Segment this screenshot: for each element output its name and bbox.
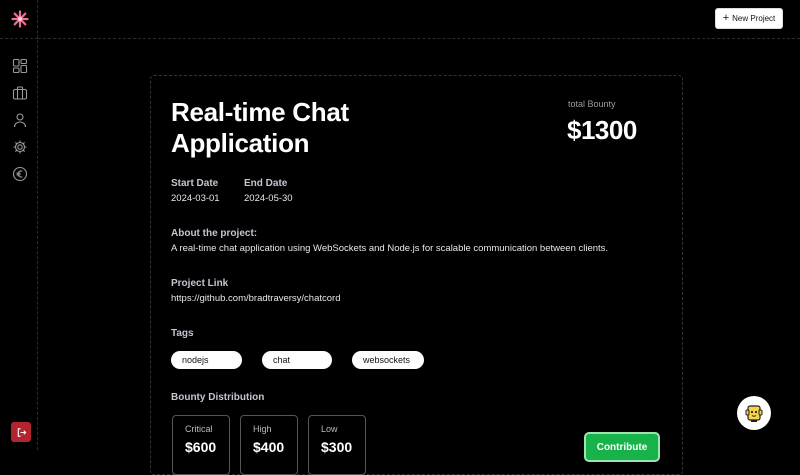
logout-button[interactable] bbox=[11, 422, 31, 442]
tag-pill[interactable]: websockets bbox=[352, 351, 424, 369]
project-link-label: Project Link bbox=[171, 278, 229, 289]
project-link[interactable]: https://github.com/bradtraversy/chatcord bbox=[171, 293, 341, 304]
total-bounty-amount: $1300 bbox=[567, 115, 637, 145]
gear-icon[interactable] bbox=[12, 139, 28, 155]
plus-icon: + bbox=[722, 11, 730, 24]
chat-helper-button[interactable] bbox=[737, 396, 771, 430]
distribution-amount: $300 bbox=[321, 439, 353, 455]
project-title: Real-time Chat Application bbox=[171, 97, 349, 158]
distribution-card-critical: Critical $600 bbox=[172, 415, 230, 475]
end-date-value: 2024-05-30 bbox=[244, 193, 293, 204]
about-text: A real-time chat application using WebSo… bbox=[171, 243, 609, 254]
user-icon[interactable] bbox=[12, 112, 28, 128]
about-label: About the project: bbox=[171, 228, 258, 239]
euro-icon[interactable] bbox=[12, 166, 28, 182]
new-project-label: New Project bbox=[732, 14, 776, 23]
tag-pill[interactable]: nodejs bbox=[171, 351, 242, 369]
tags-label: Tags bbox=[171, 328, 194, 339]
logo-icon[interactable] bbox=[11, 10, 29, 28]
end-date-label: End Date bbox=[244, 178, 288, 189]
distribution-level: High bbox=[253, 424, 272, 434]
tag-pill[interactable]: chat bbox=[262, 351, 332, 369]
mascot-icon bbox=[745, 405, 763, 422]
distribution-card-high: High $400 bbox=[240, 415, 298, 475]
sidebar bbox=[0, 0, 38, 450]
sidebar-divider bbox=[0, 38, 38, 39]
bounty-distribution-label: Bounty Distribution bbox=[171, 392, 265, 403]
start-date-value: 2024-03-01 bbox=[171, 193, 220, 204]
briefcase-icon[interactable] bbox=[12, 85, 28, 101]
logout-icon bbox=[17, 427, 26, 437]
new-project-button[interactable]: + New Project bbox=[715, 8, 783, 29]
contribute-button[interactable]: Contribute bbox=[584, 432, 660, 462]
distribution-card-low: Low $300 bbox=[308, 415, 366, 475]
dashboard-icon[interactable] bbox=[12, 58, 28, 74]
start-date-label: Start Date bbox=[171, 178, 219, 189]
distribution-amount: $600 bbox=[185, 439, 217, 455]
topbar-divider bbox=[38, 38, 800, 39]
distribution-level: Low bbox=[321, 424, 338, 434]
distribution-level: Critical bbox=[185, 424, 213, 434]
distribution-amount: $400 bbox=[253, 439, 285, 455]
total-bounty-label: total Bounty bbox=[568, 99, 616, 109]
